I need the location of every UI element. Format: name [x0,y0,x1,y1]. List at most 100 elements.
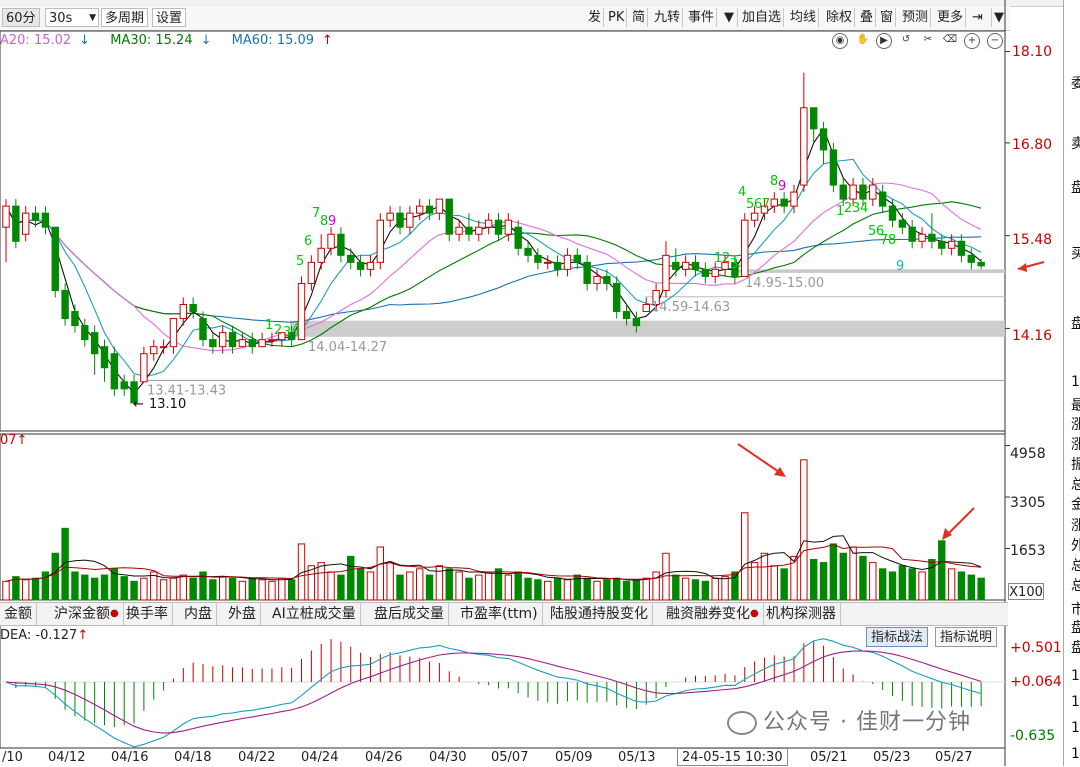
price-tick-1: 18.10 [1012,44,1053,60]
candle-body [563,254,572,270]
candle-body [455,226,463,235]
volume-bar [100,574,109,601]
candle-body [110,353,119,390]
volume-bar [800,459,808,601]
candle-body [967,254,975,263]
candle-body [327,233,335,249]
x-tick: 04/24 [301,750,339,765]
volume-bar [888,571,897,601]
candle-body [642,304,650,313]
candle-body [770,198,778,207]
candle-body [90,332,99,355]
tab-turnover[interactable]: 换手率 [122,603,173,625]
volume-bar [731,571,739,601]
candle-body [701,268,710,277]
tab-margin-change[interactable]: 融资融券变化● [662,603,764,625]
range-label-3: 14.59-14.63 [651,300,730,315]
candle-body [780,198,788,207]
low-arrow-icon: ← [133,397,144,412]
candle-body [603,275,611,284]
price-tick-2: 16.80 [1012,137,1053,153]
volume-bar [869,562,877,601]
volume-bar [701,580,710,601]
candle-body [888,205,897,221]
candle-body [839,184,847,200]
time-axis: /10 04/12 04/16 04/18 04/22 04/24 04/26 … [0,748,1010,766]
candle-body [199,318,207,341]
td-count-label: 2 [274,323,282,338]
x-tick: 04/18 [174,750,212,765]
candle-body [691,261,700,270]
volume-bar [406,571,414,601]
volume-unit-button[interactable]: X100 [1008,583,1044,600]
x-tick: 04/26 [365,750,403,765]
x-tick: 04/22 [238,750,276,765]
candle-body [51,226,59,291]
macd-tick-3: -0.635 [1010,728,1056,744]
volume-bar [652,571,660,601]
ma60-line [5,205,982,323]
indicator-tabs: 金额 沪深金额● 换手率 内盘 外盘 AI立桩成交量 盘后成交量 市盈率(ttm… [0,602,1008,626]
volume-bar [760,552,769,601]
volume-bar [613,577,621,601]
volume-bar [140,577,148,601]
watermark: 公众号 · 佳财一分钟 [727,706,971,740]
tab-sh-sz-amount[interactable]: 沪深金额● [50,603,124,625]
candle-body [219,332,227,348]
td-count-label: 7 [762,197,770,212]
volume-bar [898,565,907,601]
volume-bar [31,577,40,601]
volume-bar [179,574,188,601]
candle-body [12,205,20,242]
volume-bar [90,577,99,601]
tab-amount[interactable]: 金额 [0,603,37,625]
candle-body [396,212,404,228]
td-count-label: 9 [328,214,336,229]
tab-northbound-holding[interactable]: 陆股通持股变化 [546,603,653,625]
volume-bar [366,571,375,601]
candle-body [524,247,532,256]
volume-label: 07↑ [0,433,28,448]
candle-body [406,212,414,228]
tab-pe-ttm[interactable]: 市盈率(ttm) [456,603,543,625]
candle-body [317,247,325,263]
candle-body [819,128,828,151]
td-count-label: 4 [860,201,868,216]
candle-body [356,261,365,270]
volume-bar [938,540,946,601]
x-tick: 05/13 [618,750,656,765]
tab-after-hours-volume[interactable]: 盘后成交量 [370,603,449,625]
candle-body [120,381,128,390]
quote-side-panel: 委 卖 盘 买 盘 14 最 涨 涨 振 总 金 涨 外 总 总 市 盘 盘 1… [1063,0,1080,766]
candle-body [150,346,158,355]
candle-body [583,261,591,284]
volume-bar [947,568,956,601]
volume-bar [209,579,217,601]
candle-body [61,289,69,320]
indicator-strategy-button[interactable]: 指标战法 [866,627,929,647]
candle-body [514,226,522,249]
td-count-label: 8 [888,233,896,248]
tab-outer-volume[interactable]: 外盘 [224,603,261,625]
volume-bar [337,574,345,601]
volume-bar [553,577,562,601]
volume-bar [918,571,926,601]
candle-body [632,318,641,327]
candle-body [878,191,887,207]
tab-ai-volume[interactable]: AI立桩成交量 [268,603,361,625]
tab-institution-detector[interactable]: 机构探测器 [762,603,841,625]
candle-body [2,205,10,228]
volume-bar [711,577,719,601]
candle-body [534,254,542,263]
support-band-14.04-14.27 [290,320,1005,337]
volume-bar [51,552,59,601]
tab-inner-volume[interactable]: 内盘 [180,603,217,625]
volume-bar [593,580,601,601]
candle-body [238,339,247,348]
indicator-help-button[interactable]: 指标说明 [935,627,998,647]
candle-body [977,261,985,267]
volume-bar [967,574,975,601]
candle-body [209,339,217,348]
volume-bar [534,579,542,601]
candle-body [957,240,966,256]
